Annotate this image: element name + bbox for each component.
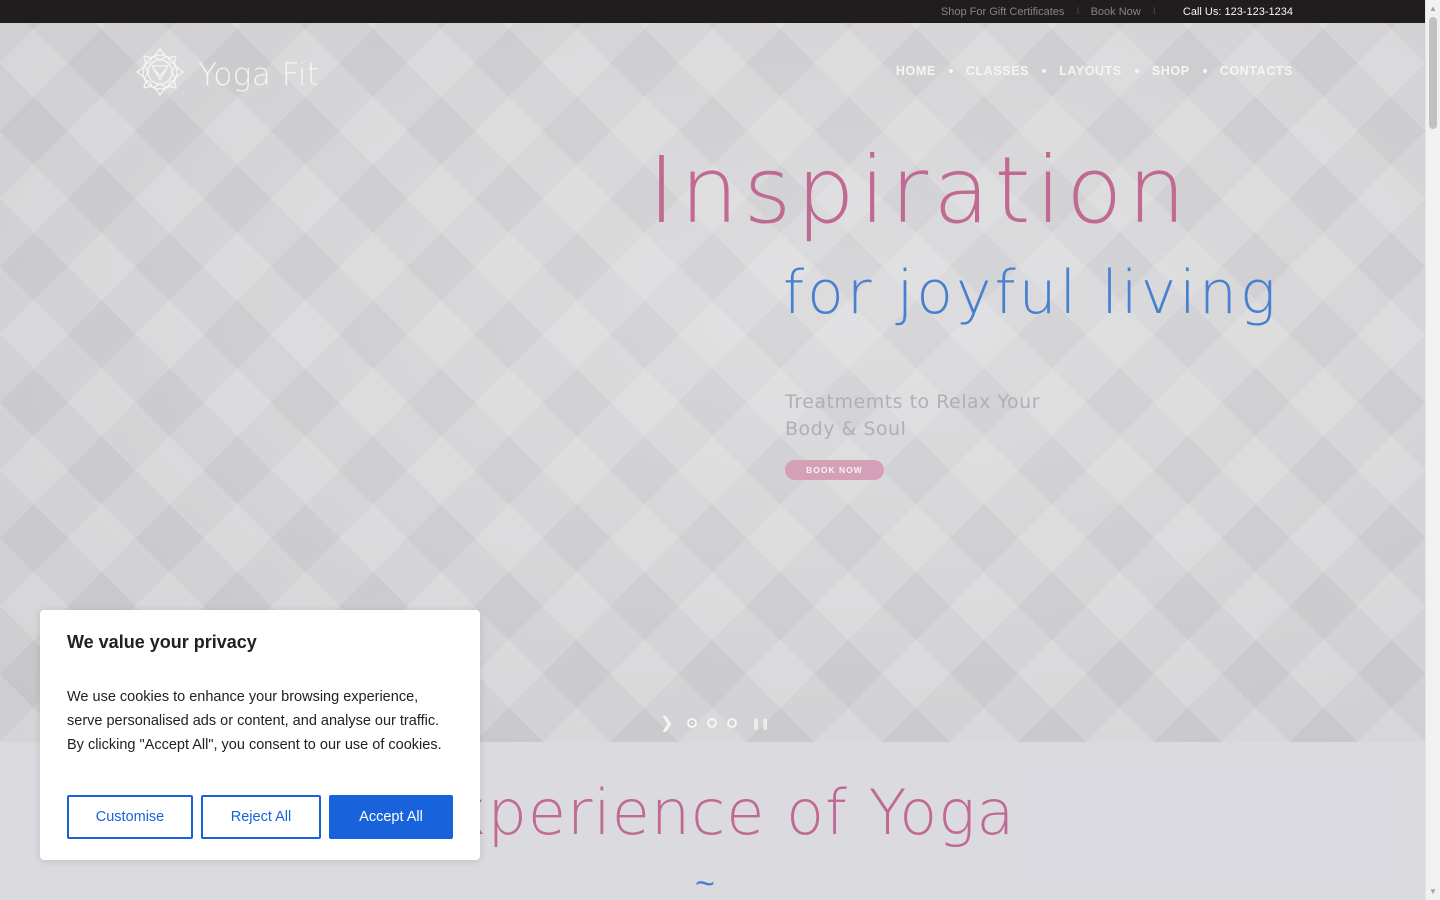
slide-bullet-2[interactable] <box>707 718 718 728</box>
gift-certificates-link[interactable]: Shop For Gift Certificates <box>941 6 1065 18</box>
cookie-consent-dialog: We value your privacy We use cookies to … <box>40 610 480 860</box>
logo-text: Yoga Fit <box>198 56 320 93</box>
nav-separator <box>1134 69 1139 73</box>
nav-item-layouts[interactable]: LAYOUTS <box>1059 64 1122 78</box>
lotus-mandala-icon <box>133 45 187 104</box>
nav-item-home[interactable]: HOME <box>896 64 936 78</box>
hero-subline: for joyful living <box>783 258 1279 328</box>
top-bar: Shop For Gift Certificates ⁝ Book Now ⁝ … <box>0 0 1425 23</box>
cookie-body: We use cookies to enhance your browsing … <box>67 689 442 753</box>
hero-headline: Inspiration <box>648 137 1191 244</box>
cookie-buttons: Customise Reject All Accept All <box>67 795 453 839</box>
hero-book-now-button[interactable]: BOOK NOW <box>785 460 884 480</box>
wave-ornament-icon: ~ <box>695 865 715 900</box>
nav-separator <box>1042 69 1047 73</box>
hero-tagline: Treatmemts to Relax Your Body & Soul <box>785 391 1041 440</box>
vertical-scrollbar[interactable]: ▲ ▼ <box>1425 0 1440 900</box>
separator: ⁝ <box>1076 6 1079 17</box>
scroll-down-arrow-icon[interactable]: ▼ <box>1429 887 1437 896</box>
nav-item-shop[interactable]: SHOP <box>1152 64 1190 78</box>
cookie-title: We value your privacy <box>67 632 257 652</box>
slide-bullet-3[interactable] <box>727 718 738 728</box>
separator: ⁝ <box>1152 6 1156 17</box>
slide-bullet-1[interactable] <box>687 718 698 728</box>
nav-separator <box>1202 69 1207 73</box>
scroll-up-arrow-icon[interactable]: ▲ <box>1429 4 1437 13</box>
main-nav: HOME CLASSES LAYOUTS SHOP CONTACTS <box>896 64 1293 78</box>
book-now-link[interactable]: Book Now <box>1091 6 1141 18</box>
next-slide-arrow-icon[interactable]: ❯ <box>660 713 673 733</box>
accept-all-button[interactable]: Accept All <box>329 795 453 839</box>
customise-button[interactable]: Customise <box>67 795 193 839</box>
nav-item-classes[interactable]: CLASSES <box>966 64 1029 78</box>
scroll-thumb[interactable] <box>1429 17 1437 129</box>
pause-icon[interactable]: ❚❚ <box>751 717 769 730</box>
phone-number[interactable]: Call Us: 123-123-1234 <box>1183 6 1293 18</box>
reject-all-button[interactable]: Reject All <box>201 795 321 839</box>
nav-separator <box>948 69 953 73</box>
site-logo[interactable]: Yoga Fit <box>133 45 320 104</box>
nav-item-contacts[interactable]: CONTACTS <box>1220 64 1293 78</box>
slider-controls: ❯ ❚❚ <box>660 713 770 733</box>
